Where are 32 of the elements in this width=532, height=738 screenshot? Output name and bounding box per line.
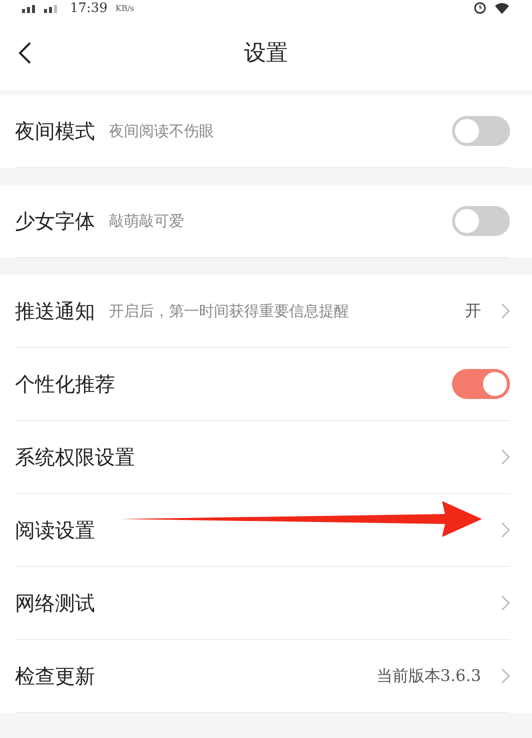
setting-value: 当前版本3.6.3 bbox=[376, 666, 481, 686]
setting-label: 阅读设置 bbox=[15, 516, 95, 544]
chevron-right-icon bbox=[501, 449, 510, 465]
back-icon[interactable] bbox=[18, 41, 32, 65]
toggle-switch[interactable] bbox=[452, 369, 510, 399]
setting-label: 少女字体 bbox=[15, 208, 95, 234]
settings-row[interactable]: 个性化推荐 bbox=[15, 348, 510, 421]
status-time: 17:39 bbox=[70, 0, 108, 16]
toggle-switch[interactable] bbox=[452, 116, 510, 146]
chevron-right-icon bbox=[501, 303, 510, 319]
page-title: 设置 bbox=[244, 40, 288, 68]
chevron-right-icon bbox=[501, 522, 510, 538]
chevron-right-icon bbox=[501, 595, 510, 611]
setting-description: 开启后，第一时间获得重要信息提醒 bbox=[109, 302, 349, 320]
settings-row[interactable]: 检查更新 当前版本3.6.3 bbox=[15, 640, 510, 713]
setting-label: 个性化推荐 bbox=[15, 370, 115, 398]
setting-description: 夜间阅读不伤眼 bbox=[109, 122, 214, 140]
alarm-icon bbox=[474, 2, 486, 14]
settings-row[interactable]: 推送通知 开启后，第一时间获得重要信息提醒 开 bbox=[15, 275, 510, 348]
setting-label: 推送通知 bbox=[15, 298, 95, 324]
wifi-icon bbox=[494, 2, 510, 14]
settings-row[interactable]: 网络测试 bbox=[15, 567, 510, 640]
setting-label: 检查更新 bbox=[15, 662, 95, 690]
setting-label: 系统权限设置 bbox=[15, 444, 135, 470]
setting-value: 开 bbox=[465, 300, 481, 322]
settings-row[interactable]: 系统权限设置 bbox=[15, 421, 510, 494]
setting-label: 夜间模式 bbox=[15, 118, 95, 144]
chevron-right-icon bbox=[501, 668, 510, 684]
network-speed-unit: KB/s bbox=[115, 4, 134, 12]
setting-description: 敲萌敲可爱 bbox=[109, 212, 184, 230]
setting-label: 网络测试 bbox=[15, 590, 95, 616]
toggle-switch[interactable] bbox=[452, 206, 510, 236]
